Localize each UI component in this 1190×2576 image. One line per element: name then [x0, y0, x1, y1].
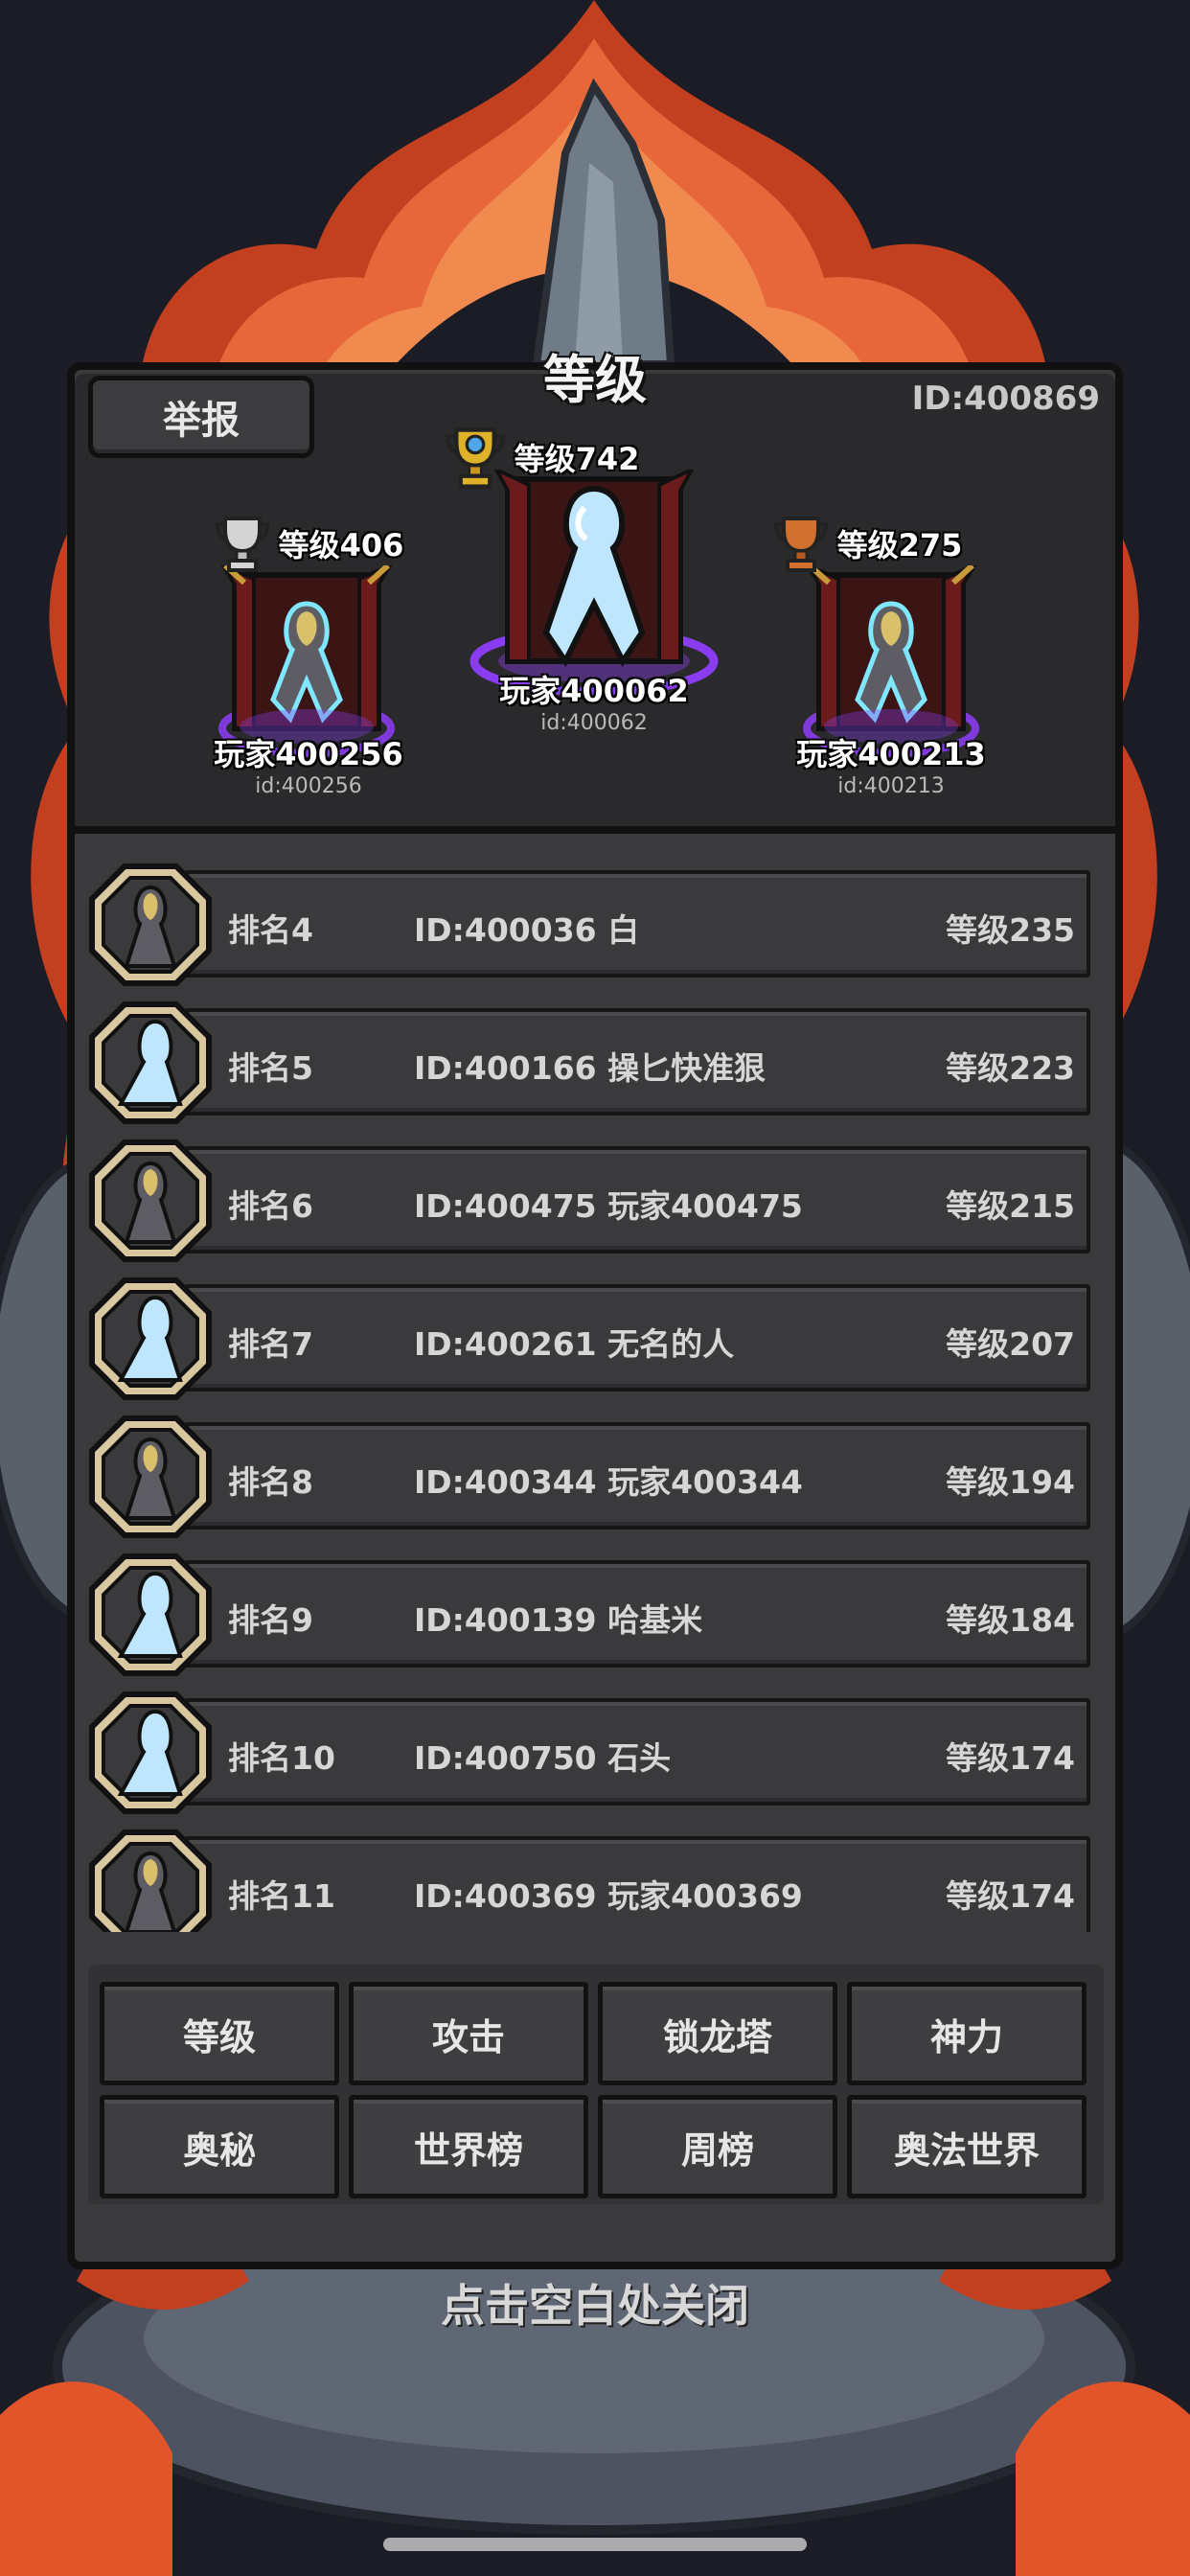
player-id-name: ID:400139 哈基米 — [414, 1601, 703, 1639]
rank-label: 排名7 — [228, 1325, 313, 1363]
ghost-avatar-icon — [89, 1001, 212, 1124]
ghost-avatar-icon — [89, 1691, 212, 1814]
home-indicator[interactable] — [383, 2538, 807, 2551]
podium-id: id:400062 — [540, 711, 648, 735]
rank-label: 排名9 — [228, 1601, 313, 1639]
category-tabs: 等级 攻击 锁龙塔 神力 奥秘 世界榜 周榜 奥法世界 — [88, 1965, 1104, 2204]
podium-first-info: 玩家400062 id:400062 — [489, 667, 699, 735]
portal-frame-icon — [803, 565, 979, 757]
list-item[interactable]: 排名10 ID:400750 石头 等级174 — [88, 1687, 1092, 1814]
silver-trophy-icon — [215, 517, 269, 572]
player-level: 等级207 — [946, 1325, 1075, 1363]
close-hint[interactable]: 点击空白处关闭 — [0, 2271, 1190, 2334]
tab-dragon-tower[interactable]: 锁龙塔 — [598, 1982, 837, 2085]
player-id-name: ID:400261 无名的人 — [414, 1325, 735, 1363]
tab-weekly-rank[interactable]: 周榜 — [598, 2095, 837, 2198]
dark-knight-avatar-icon — [89, 1139, 212, 1262]
my-id-label: ID:400869 — [911, 380, 1100, 418]
rank-label: 排名10 — [228, 1739, 335, 1777]
player-level: 等级235 — [946, 911, 1075, 949]
podium-second[interactable]: 等级406 — [213, 513, 404, 574]
podium-name: 玩家400256 — [214, 736, 403, 772]
gold-trophy-icon — [445, 427, 505, 489]
podium-second-info: 玩家400256 id:400256 — [213, 730, 404, 798]
list-item[interactable]: 排名9 ID:400139 哈基米 等级184 — [88, 1549, 1092, 1676]
tab-arcane-world[interactable]: 奥法世界 — [847, 2095, 1087, 2198]
dark-knight-avatar-icon — [89, 863, 212, 986]
podium-name: 玩家400213 — [796, 736, 986, 772]
player-level: 等级215 — [946, 1187, 1075, 1225]
podium-third[interactable]: 等级275 — [767, 513, 968, 574]
list-item[interactable]: 排名11 ID:400369 玩家400369 等级174 — [88, 1825, 1092, 1932]
podium-id: id:400256 — [255, 774, 362, 798]
ghost-avatar-icon — [89, 1553, 212, 1676]
podium-id: id:400213 — [837, 774, 945, 798]
player-id-name: ID:400036 白 — [414, 911, 640, 949]
list-item[interactable]: 排名5 ID:400166 操匕快准狠 等级223 — [88, 997, 1092, 1124]
podium-level: 等级406 — [278, 527, 404, 564]
portal-frame-icon — [469, 470, 719, 697]
player-id-name: ID:400369 玩家400369 — [414, 1877, 803, 1915]
report-button[interactable]: 举报 — [88, 376, 314, 458]
player-id-name: ID:400475 玩家400475 — [414, 1187, 803, 1225]
podium-name: 玩家400062 — [499, 673, 689, 709]
player-level: 等级174 — [946, 1739, 1075, 1777]
podium-first[interactable]: 等级742 — [441, 424, 642, 491]
player-level: 等级174 — [946, 1877, 1075, 1915]
podium-level: 等级742 — [514, 441, 640, 477]
player-id-name: ID:400344 玩家400344 — [414, 1463, 803, 1501]
list-item[interactable]: 排名6 ID:400475 玩家400475 等级215 — [88, 1135, 1092, 1262]
dark-knight-avatar-icon — [89, 1415, 212, 1538]
tab-attack[interactable]: 攻击 — [349, 1982, 588, 2085]
player-level: 等级194 — [946, 1463, 1075, 1501]
dark-knight-avatar-icon — [89, 1829, 212, 1932]
ghost-avatar-icon — [89, 1277, 212, 1400]
player-id-name: ID:400166 操匕快准狠 — [414, 1049, 767, 1087]
player-level: 等级184 — [946, 1601, 1075, 1639]
player-level: 等级223 — [946, 1049, 1075, 1087]
player-id-name: ID:400750 石头 — [414, 1739, 672, 1777]
tab-arcane[interactable]: 奥秘 — [100, 2095, 339, 2198]
podium-third-info: 玩家400213 id:400213 — [786, 730, 996, 798]
list-item[interactable]: 排名8 ID:400344 玩家400344 等级194 — [88, 1411, 1092, 1538]
tab-world-rank[interactable]: 世界榜 — [349, 2095, 588, 2198]
portal-frame-icon — [218, 565, 395, 757]
list-item[interactable]: 排名7 ID:400261 无名的人 等级207 — [88, 1273, 1092, 1400]
rank-label: 排名6 — [228, 1187, 313, 1225]
rank-label: 排名11 — [228, 1877, 335, 1915]
list-item[interactable]: 排名4 ID:400036 白 等级235 — [88, 859, 1092, 986]
tab-divine-power[interactable]: 神力 — [847, 1982, 1087, 2085]
tab-level[interactable]: 等级 — [100, 1982, 339, 2085]
rank-label: 排名5 — [228, 1049, 313, 1087]
rank-label: 排名8 — [228, 1463, 313, 1501]
bronze-trophy-icon — [773, 517, 828, 572]
rank-list[interactable]: 排名4 ID:400036 白 等级235 排名5 ID:400166 操匕快准… — [88, 859, 1092, 1932]
podium-level: 等级275 — [836, 527, 963, 564]
rank-label: 排名4 — [228, 911, 313, 949]
